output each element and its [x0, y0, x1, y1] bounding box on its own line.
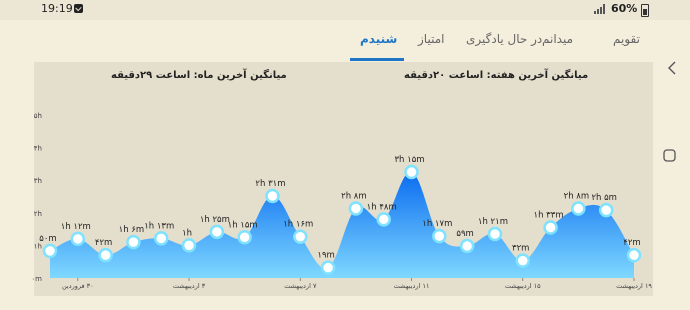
data-label: ۱h ۲۵m	[200, 215, 230, 225]
data-point[interactable]	[320, 260, 336, 275]
x-tick-label: ۷ اردیبهشت	[284, 282, 317, 290]
data-label: ۱h ۳۳m	[534, 210, 564, 220]
data-point[interactable]	[70, 231, 86, 247]
data-label: ۱h ۱۶m	[283, 220, 313, 230]
data-point[interactable]	[598, 202, 614, 218]
data-label: ۱h ۲۱m	[478, 217, 508, 227]
data-point[interactable]	[459, 238, 475, 254]
data-label: ۱h ۴۸m	[367, 202, 397, 212]
data-label: ۱h ۶m	[119, 225, 145, 235]
data-point[interactable]	[487, 226, 503, 242]
data-point[interactable]	[293, 229, 308, 244]
y-tick-label: ۵h	[34, 112, 42, 120]
data-label: ۴۲m	[95, 238, 112, 248]
data-point[interactable]	[126, 234, 141, 250]
y-tick-label: ۲h	[34, 210, 42, 218]
data-label: ۱۹m	[317, 251, 334, 261]
data-label: ۲h ۸m	[341, 191, 367, 201]
data-label: ۱h ۱۵m	[228, 220, 258, 230]
data-point[interactable]	[209, 224, 225, 240]
data-point[interactable]	[626, 247, 642, 263]
data-point[interactable]	[181, 238, 197, 253]
x-tick-label: ۱۵ اردیبهشت	[505, 282, 541, 290]
data-point[interactable]	[237, 230, 252, 245]
data-label: ۲h ۵m	[591, 193, 617, 203]
data-label: ۲h ۸m	[564, 191, 590, 201]
data-point[interactable]	[265, 188, 280, 204]
data-label: ۳۲m	[512, 244, 529, 254]
data-label: ۱h ۱۷m	[422, 219, 452, 229]
x-tick-label: ۳ اردیبهشت	[173, 282, 206, 290]
data-point[interactable]	[432, 228, 447, 244]
x-tick-label: ۱۹ اردیبهشت	[616, 282, 652, 290]
y-tick-label: ۴h	[34, 145, 42, 153]
data-point[interactable]	[543, 220, 558, 235]
data-label: ۲h ۳۱m	[255, 179, 285, 189]
data-point[interactable]	[404, 164, 419, 180]
data-point[interactable]	[42, 243, 58, 259]
y-tick-label: ۳h	[34, 177, 42, 185]
listening-chart: ۵h ۴h ۳h ۲h ۱h ۰m ۳۰ فروردین ۳ اردیبهشت ۷ اردیب…	[31, 112, 652, 290]
data-point[interactable]	[98, 247, 113, 263]
data-label: ۴۲m	[623, 238, 640, 248]
data-point[interactable]	[348, 201, 364, 216]
data-point[interactable]	[153, 231, 169, 246]
data-point[interactable]	[376, 212, 391, 227]
y-tick-label: ۰m	[31, 275, 42, 283]
data-label: ۳h ۱۵m	[394, 155, 424, 165]
data-label: ۵۹m	[456, 229, 473, 239]
data-point[interactable]	[571, 201, 586, 216]
data-label: ۱h	[182, 228, 192, 238]
data-label: ۱h ۱۲m	[61, 222, 91, 232]
x-tick-label: ۳۰ فروردین	[62, 282, 94, 290]
data-label: ۵۰m	[39, 234, 56, 244]
data-point[interactable]	[515, 253, 531, 268]
x-tick-label: ۱۱ اردیبهشت	[394, 282, 430, 290]
data-label: ۱h ۱۳m	[144, 221, 174, 231]
